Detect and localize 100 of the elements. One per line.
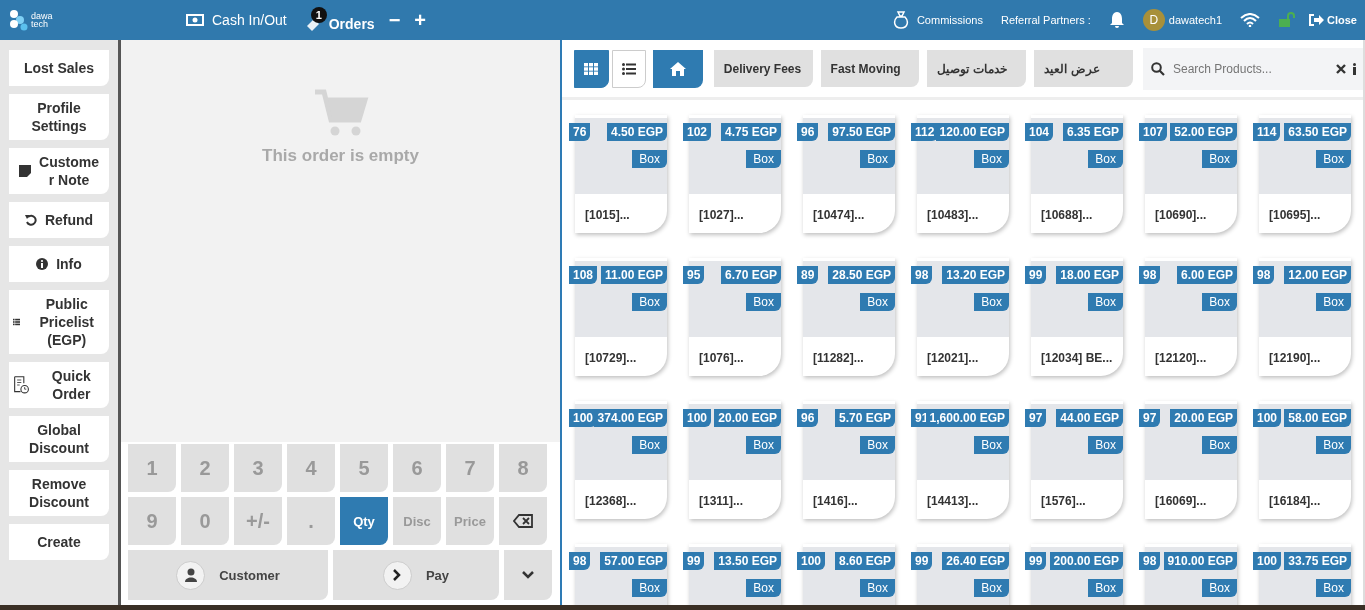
sidebar-button[interactable]: Customer Note bbox=[9, 148, 109, 194]
banknote-icon bbox=[186, 14, 204, 26]
list-icon bbox=[13, 316, 21, 328]
unit-badge: Box bbox=[974, 579, 1009, 597]
search-bar[interactable]: Search Products... bbox=[1143, 47, 1363, 90]
product-name: [10695]... bbox=[1269, 208, 1321, 222]
sidebar-button[interactable]: Info bbox=[9, 246, 109, 282]
stock-badge: 100 bbox=[683, 409, 712, 427]
empty-order-message: This order is empty bbox=[262, 146, 419, 166]
orders-button[interactable]: 1 Orders bbox=[304, 6, 375, 34]
document-clock-icon bbox=[13, 374, 30, 396]
stock-badge: 114 bbox=[1253, 123, 1281, 141]
stock-badge: 96 bbox=[797, 409, 819, 427]
sidebar-button[interactable]: Refund bbox=[9, 202, 109, 238]
price-badge: 44.00 EGP bbox=[1056, 409, 1123, 427]
unit-badge: Box bbox=[632, 150, 667, 168]
price-badge: 6.70 EGP bbox=[720, 266, 781, 284]
category-button[interactable]: Fast Moving bbox=[820, 50, 920, 87]
logo-text: tech bbox=[31, 20, 48, 28]
sidebar-button[interactable]: Create bbox=[9, 524, 109, 560]
product-name: [10688]... bbox=[1041, 208, 1093, 222]
stock-badge: 95 bbox=[683, 266, 705, 284]
category-button[interactable]: Delivery Fees bbox=[713, 50, 813, 87]
product-name: [16069]... bbox=[1155, 494, 1207, 508]
unit-badge: Box bbox=[746, 436, 781, 454]
product-name: [10690]... bbox=[1155, 208, 1207, 222]
info-icon[interactable] bbox=[1352, 62, 1357, 75]
unit-badge: Box bbox=[1202, 150, 1237, 168]
grid-view-button[interactable] bbox=[574, 49, 609, 88]
price-badge: 8.60 EGP bbox=[834, 552, 895, 570]
sidebar-button[interactable]: Public Pricelist (EGP) bbox=[9, 290, 109, 354]
info-icon bbox=[36, 258, 49, 270]
unit-badge: Box bbox=[1202, 436, 1237, 454]
chevron-right-icon bbox=[392, 569, 403, 581]
unit-badge: Box bbox=[746, 293, 781, 311]
product-name: [12021]... bbox=[927, 351, 979, 365]
bell-icon[interactable] bbox=[1108, 11, 1125, 29]
unit-badge: Box bbox=[974, 150, 1009, 168]
stock-badge: 98 bbox=[911, 266, 933, 284]
category-button[interactable]: خدمات توصيل bbox=[927, 50, 1027, 87]
stock-badge: 96 bbox=[797, 123, 819, 141]
home-button[interactable] bbox=[653, 49, 703, 88]
customer-button[interactable]: Customer bbox=[128, 550, 328, 600]
sidebar-button[interactable]: Profile Settings bbox=[9, 94, 109, 140]
price-badge: 20.00 EGP bbox=[714, 409, 781, 427]
sidebar-button[interactable]: Lost Sales bbox=[9, 50, 109, 86]
search-icon bbox=[1151, 61, 1165, 76]
price-badge: 13.20 EGP bbox=[942, 266, 1009, 284]
price-badge: 6.35 EGP bbox=[1062, 123, 1123, 141]
commissions-button[interactable]: Commissions bbox=[892, 11, 983, 29]
unit-badge: Box bbox=[860, 579, 895, 597]
add-order-button[interactable]: + bbox=[414, 8, 426, 32]
product-name: [12190]... bbox=[1269, 351, 1321, 365]
clear-icon[interactable] bbox=[1336, 63, 1346, 74]
backspace-button[interactable] bbox=[499, 497, 547, 545]
price-badge: 5.70 EGP bbox=[834, 409, 895, 427]
note-icon bbox=[19, 165, 31, 177]
stock-badge: 107 bbox=[1139, 123, 1168, 141]
unit-badge: Box bbox=[632, 436, 667, 454]
unit-badge: Box bbox=[1316, 293, 1351, 311]
price-badge: 6.00 EGP bbox=[1176, 266, 1237, 284]
remove-order-button[interactable]: − bbox=[388, 8, 401, 32]
cart-icon bbox=[312, 88, 369, 138]
list-icon bbox=[621, 62, 636, 75]
product-name: [12034] BE... bbox=[1041, 351, 1113, 365]
product-name: [1027]... bbox=[699, 208, 744, 222]
product-name: [1311]... bbox=[699, 494, 744, 508]
stock-badge: 99 bbox=[1025, 552, 1047, 570]
stock-badge: 99 bbox=[911, 552, 933, 570]
sidebar-button[interactable]: Global Discount bbox=[9, 416, 109, 462]
unit-badge: Box bbox=[746, 579, 781, 597]
sidebar-button[interactable]: Remove Discount bbox=[9, 470, 109, 516]
search-field[interactable]: Search Products... bbox=[1171, 60, 1330, 77]
price-badge: 20.00 EGP bbox=[1170, 409, 1237, 427]
home-icon bbox=[670, 61, 687, 76]
price-badge: 4.50 EGP bbox=[606, 123, 667, 141]
mode-button[interactable]: Qty bbox=[340, 497, 388, 545]
list-view-button[interactable] bbox=[611, 49, 647, 88]
sidebar-button[interactable]: Quick Order bbox=[9, 362, 109, 408]
price-badge: 57.00 EGP bbox=[600, 552, 667, 570]
unit-badge: Box bbox=[1316, 150, 1351, 168]
grid-icon bbox=[584, 62, 599, 75]
stock-badge: 98 bbox=[569, 552, 591, 570]
category-button[interactable]: عرض العيد bbox=[1034, 50, 1133, 87]
stock-badge: 102 bbox=[683, 123, 712, 141]
unit-badge: Box bbox=[1202, 579, 1237, 597]
close-button[interactable]: Close bbox=[1308, 13, 1357, 27]
unit-badge: Box bbox=[1202, 293, 1237, 311]
cash-in-out-button[interactable]: Cash In/Out bbox=[186, 12, 287, 28]
unit-badge: Box bbox=[1316, 579, 1351, 597]
unit-badge: Box bbox=[632, 579, 667, 597]
pay-button[interactable]: Pay bbox=[333, 550, 499, 600]
stock-badge: 98 bbox=[1139, 552, 1161, 570]
order-count-badge: 1 bbox=[310, 7, 327, 23]
referral-partners-label: Referral Partners : bbox=[1000, 14, 1091, 26]
price-badge: 374.00 EGP bbox=[593, 409, 667, 427]
price-badge: 33.75 EGP bbox=[1284, 552, 1351, 570]
unit-badge: Box bbox=[974, 436, 1009, 454]
stock-badge: 99 bbox=[683, 552, 705, 570]
stock-badge: 104 bbox=[1025, 123, 1054, 141]
